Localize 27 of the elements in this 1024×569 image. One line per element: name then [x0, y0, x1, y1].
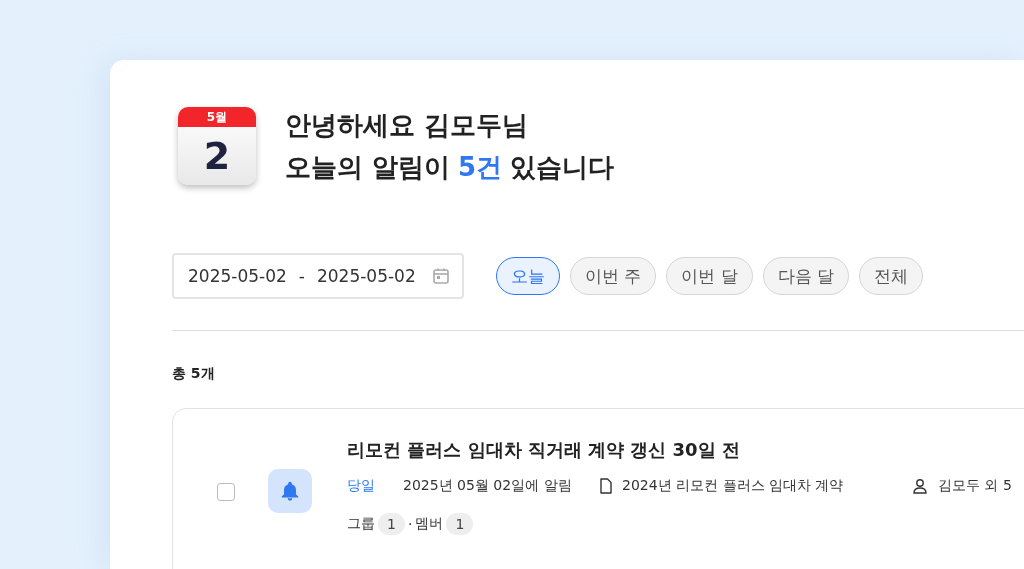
calendar-icon	[432, 267, 450, 285]
summary-text: 있습니다	[510, 151, 615, 184]
member-label: 멤버	[415, 515, 444, 533]
document-name: 2024년 리모컨 플러스 임대차 계약	[622, 477, 844, 495]
assignee-name: 김모두 외 5	[938, 477, 1012, 495]
date-range-field[interactable]: 2025-05-02 - 2025-05-02	[172, 253, 464, 299]
checkbox[interactable]	[217, 483, 235, 501]
period-filter-chip[interactable]: 이번 주	[570, 257, 657, 295]
total-count: 총 5개	[172, 365, 216, 383]
period-filter-chip[interactable]: 다음 달	[762, 257, 850, 295]
greeting-text: 안녕하세요 김모두님	[285, 109, 530, 142]
period-filter-chip[interactable]: 오늘	[496, 257, 560, 295]
separator-dot: ·	[407, 516, 413, 532]
group-count: 1	[378, 513, 405, 535]
person-icon	[912, 478, 928, 494]
bell-icon	[268, 469, 312, 513]
calendar-icon: 5월 2	[178, 107, 256, 185]
notification-title[interactable]: 리모컨 플러스 임대차 직거래 계약 갱신 30일 전	[347, 437, 1012, 463]
document-icon	[600, 478, 612, 494]
group-label: 그룹	[347, 515, 375, 533]
period-filter-chip[interactable]: 전체	[859, 257, 924, 295]
summary-text: 오늘의 알림이	[285, 151, 451, 184]
alert-date: 2025년 05월 02일에 알림	[403, 477, 573, 495]
due-label: 당일	[347, 477, 376, 495]
member-count: 1	[446, 513, 474, 535]
period-filter-chip[interactable]: 이번 달	[666, 257, 753, 295]
notification-count: 5건	[458, 151, 503, 184]
